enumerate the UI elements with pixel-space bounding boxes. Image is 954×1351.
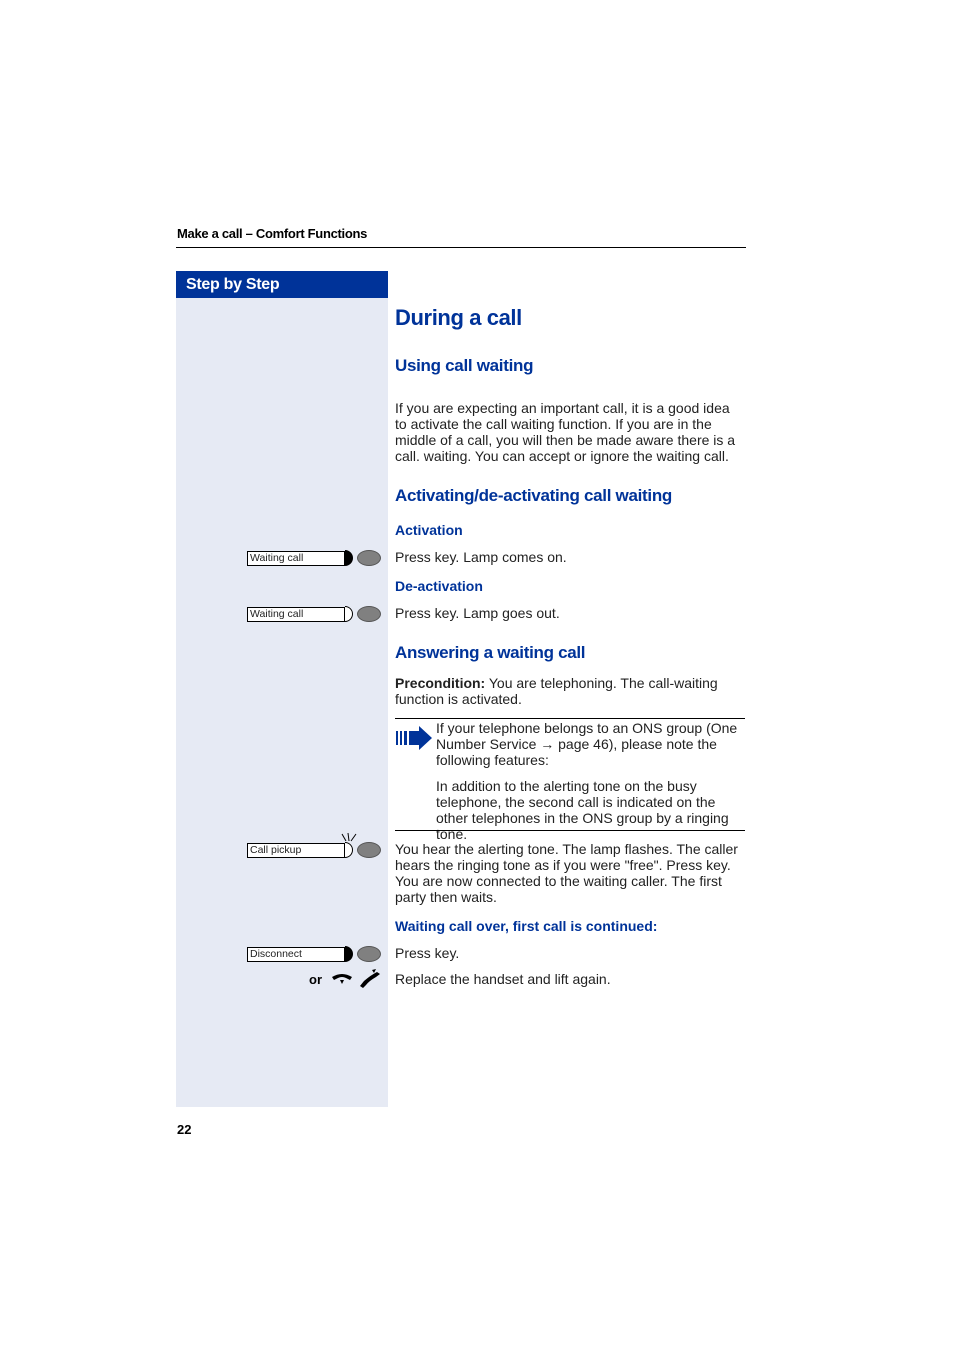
handset-lift-icon	[360, 969, 380, 988]
running-header: Make a call – Comfort Functions	[177, 226, 368, 241]
disconnect-key-button[interactable]	[357, 946, 381, 962]
step-by-step-banner: Step by Step	[176, 271, 388, 298]
call-pickup-key-label: Call pickup	[247, 843, 345, 858]
note-text-ringing: In addition to the alerting tone on the …	[436, 778, 729, 842]
precondition-paragraph: Precondition: You are telephoning. The c…	[395, 675, 750, 707]
precondition-label: Precondition:	[395, 675, 486, 691]
header-divider	[176, 247, 746, 248]
intro-paragraph: If you are expecting an important call, …	[395, 400, 736, 464]
or-label: or	[309, 972, 322, 987]
disconnect-instruction: Press key.	[395, 945, 460, 961]
page-number: 22	[177, 1122, 192, 1137]
page-title: During a call	[395, 305, 522, 330]
activation-instruction: Press key. Lamp comes on.	[395, 549, 567, 565]
section-heading-activating: Activating/de-activating call waiting	[395, 486, 673, 505]
waiting-call-key-label: Waiting call	[247, 551, 345, 566]
note-top-rule	[395, 718, 745, 719]
waiting-call-key-label: Waiting call	[247, 607, 345, 622]
handset-down-icon	[332, 974, 352, 984]
waiting-call-key-button-deactivate[interactable]	[357, 606, 381, 622]
waiting-call-over-subheading: Waiting call over, first call is continu…	[395, 918, 658, 934]
note-arrow-icon	[396, 726, 432, 750]
section-heading-answering: Answering a waiting call	[395, 643, 586, 662]
note-bottom-rule	[395, 830, 745, 831]
call-pickup-key-button[interactable]	[357, 842, 381, 858]
section-heading-using-call-waiting: Using call waiting	[395, 356, 534, 375]
deactivation-instruction: Press key. Lamp goes out.	[395, 605, 560, 621]
disconnect-key-label: Disconnect	[247, 947, 345, 962]
pickup-instruction: You hear the alerting tone. The lamp fla…	[395, 841, 738, 905]
step-by-step-sidebar	[176, 298, 388, 1107]
deactivation-subheading: De-activation	[395, 578, 483, 594]
waiting-call-key-button[interactable]	[357, 550, 381, 566]
handset-instruction: Replace the handset and lift again.	[395, 971, 611, 987]
note-text-ons: If your telephone belongs to an ONS grou…	[436, 720, 738, 768]
activation-subheading: Activation	[395, 522, 463, 538]
